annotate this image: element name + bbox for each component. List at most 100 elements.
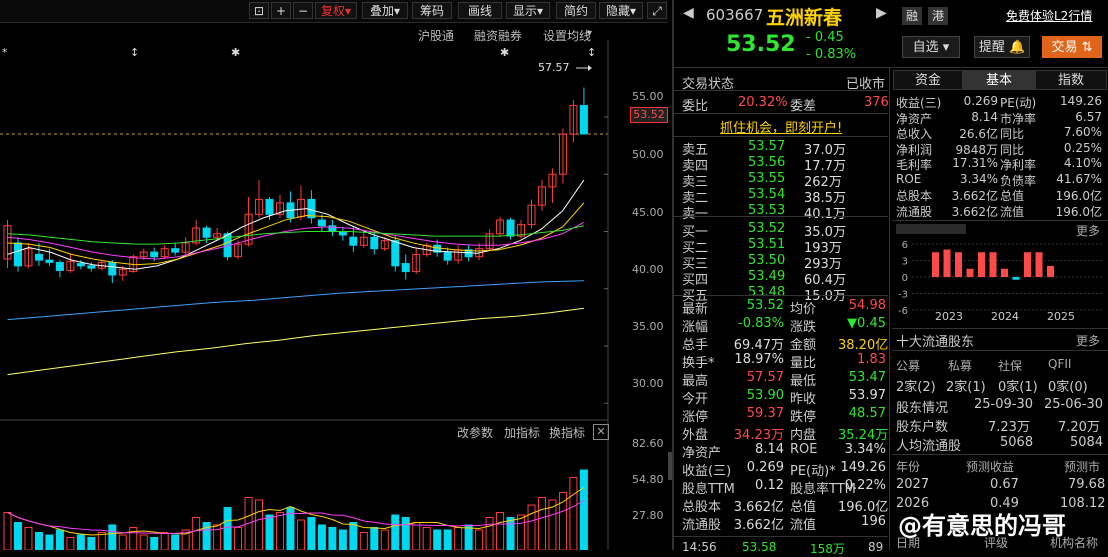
candle-body <box>34 253 43 261</box>
chart-toolbar: ⊡ + − 复权▾ 叠加▾ 筹码 画线 显示▾ 简约 隐藏▾ ⤢ <box>0 0 668 23</box>
tab-basic[interactable]: 基本 <box>963 70 1035 90</box>
event-marker-icon[interactable]: ✱ <box>231 46 240 59</box>
switch-indicator-link[interactable]: 换指标 <box>549 424 585 441</box>
holder-date: 25-09-30 <box>974 397 1034 412</box>
fund-label: 总股本 <box>896 189 933 203</box>
sell-level-price[interactable]: 53.54 <box>748 187 785 202</box>
volume-bar <box>255 499 264 550</box>
ma120-line <box>7 307 584 376</box>
quote-value: 53.52 <box>746 298 784 313</box>
quote-label: 涨跌 <box>790 320 817 335</box>
volume-bar <box>192 517 201 550</box>
volume-bar <box>160 532 169 550</box>
mini-y-tick: -6 <box>898 306 908 317</box>
volume-bar <box>234 527 243 550</box>
event-marker-icon[interactable]: * <box>2 46 8 59</box>
sell-level-price[interactable]: 53.56 <box>748 155 785 170</box>
quote-label: 量比 <box>790 356 817 371</box>
zoom-out-icon[interactable]: − <box>293 2 313 19</box>
display-button[interactable]: 显示▾ <box>506 2 550 19</box>
mini-bar <box>1001 268 1008 277</box>
quote-value: 3.662亿 <box>733 518 784 533</box>
holders-more-link[interactable]: 更多 <box>1076 332 1100 349</box>
sell-level-price[interactable]: 53.55 <box>748 171 785 186</box>
blurred-text <box>896 224 966 234</box>
event-marker-icon[interactable]: ↕ <box>587 46 596 59</box>
quote-label: 跌停 <box>790 410 817 425</box>
edit-params-link[interactable]: 改参数 <box>457 424 493 441</box>
quote-value: -0.83% <box>738 316 784 331</box>
simple-button[interactable]: 简约 <box>556 2 596 19</box>
sell-level-price[interactable]: 53.57 <box>748 139 785 154</box>
quote-value: 149.26 <box>840 460 887 475</box>
close-icon[interactable]: ✕ <box>593 424 609 440</box>
vol-ma5-line <box>7 487 585 536</box>
forecast-eps: 0.67 <box>990 477 1019 492</box>
kline-chart[interactable]: * ↕ ✱ ✱ ↕ <box>0 40 668 550</box>
draw-line-button[interactable]: 画线 <box>458 2 502 19</box>
quote-label: 外盘 <box>682 428 709 443</box>
lock-icon[interactable]: ⊡ <box>249 2 269 19</box>
candle-body <box>265 198 274 215</box>
stock-code: 603667 <box>706 6 764 24</box>
watchlist-button[interactable]: 自选 ▾ <box>902 36 960 58</box>
weibi-label: 委比 <box>682 99 709 114</box>
volume-bar <box>569 477 578 550</box>
quote-label: 总股本 <box>682 500 722 515</box>
mini-bar <box>943 249 951 277</box>
candle-body <box>443 251 452 261</box>
chips-button[interactable]: 筹码 <box>412 2 452 19</box>
fund-value: 26.6亿 <box>959 127 998 141</box>
overlay-button[interactable]: 叠加▾ <box>362 2 408 19</box>
high-marker: 57.57 <box>538 61 570 74</box>
dropdown-icon[interactable]: ▾ <box>587 28 592 39</box>
holder-type: QFII <box>1048 357 1072 371</box>
quote-value: 0.269 <box>746 460 784 475</box>
fund-value: 9848万 <box>955 142 998 157</box>
volume-bar <box>307 517 316 550</box>
volume-bar <box>527 504 536 550</box>
zoom-in-icon[interactable]: + <box>271 2 291 19</box>
mini-x-label: 2024 <box>991 310 1019 323</box>
quote-label: PE(动)* <box>790 464 836 479</box>
holder-count-value: 7.20万 <box>1058 420 1100 435</box>
prev-stock-icon[interactable]: ◀ <box>683 5 694 21</box>
fund-label: 净利润 <box>896 142 933 157</box>
volume-bar <box>97 532 106 550</box>
buy-level-price[interactable]: 53.52 <box>748 221 785 236</box>
fuquan-button[interactable]: 复权▾ <box>315 2 357 19</box>
hide-button[interactable]: 隐藏▾ <box>599 2 643 19</box>
event-marker-icon[interactable]: ↕ <box>130 46 139 59</box>
more-link[interactable]: 更多 <box>1076 222 1100 239</box>
candle-body <box>202 227 211 238</box>
open-account-link[interactable]: 抓住机会，即刻开户! <box>720 117 842 136</box>
volume-bar <box>433 529 442 550</box>
quote-label: 最新 <box>682 302 709 317</box>
l2-trial-link[interactable]: 免费体验L2行情 <box>1006 7 1092 24</box>
tab-index[interactable]: 指数 <box>1035 70 1107 90</box>
fund-label: 毛利率 <box>896 158 933 172</box>
volume-bar <box>359 532 368 550</box>
fund-label: 同比 <box>1000 142 1025 157</box>
next-stock-icon[interactable]: ▶ <box>876 5 887 21</box>
buy-level-price[interactable]: 53.50 <box>748 253 785 268</box>
buy-level-price[interactable]: 53.49 <box>748 269 785 284</box>
holder-count-value: 7.23万 <box>988 420 1030 435</box>
fullscreen-icon[interactable]: ⤢ <box>647 2 667 19</box>
tab-fund[interactable]: 资金 <box>893 70 963 90</box>
volume-bar <box>275 512 284 550</box>
candle-body <box>401 263 410 273</box>
volume-bar <box>370 527 379 550</box>
quote-value: 8.14 <box>755 442 784 457</box>
quote-label: 流值 <box>790 518 817 533</box>
holder-count-label: 股东户数 <box>896 420 949 435</box>
alert-button[interactable]: 提醒 🔔 <box>974 36 1030 58</box>
candle-body <box>87 265 96 269</box>
fund-label: 流值 <box>1000 204 1025 219</box>
trade-button[interactable]: 交易 ⇅ <box>1042 36 1102 58</box>
buy-level-price[interactable]: 53.51 <box>748 237 785 252</box>
forecast-year-header: 年份 <box>896 460 921 474</box>
event-marker-icon[interactable]: ✱ <box>500 46 509 59</box>
add-indicator-link[interactable]: 加指标 <box>504 424 540 441</box>
candle-body <box>307 198 316 219</box>
